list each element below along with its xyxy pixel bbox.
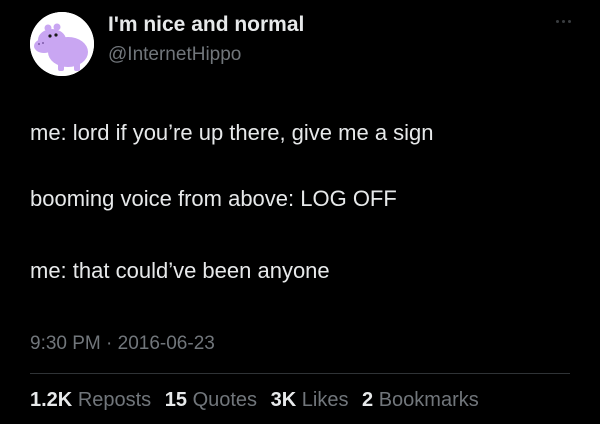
author-handle[interactable]: @InternetHippo — [108, 44, 241, 66]
bookmarks-label: Bookmarks — [378, 389, 479, 411]
reposts-stat[interactable]: 1.2K Reposts — [30, 389, 151, 412]
tweet-text-line: me: lord if you’re up there, give me a s… — [30, 120, 434, 145]
tweet-text-line: booming voice from above: LOG OFF — [30, 186, 397, 211]
divider — [30, 373, 570, 374]
likes-label: Likes — [301, 389, 349, 411]
quotes-label: Quotes — [192, 389, 258, 411]
reposts-count: 1.2K — [30, 389, 73, 411]
likes-count: 3K — [270, 389, 297, 411]
engagement-stats: 1.2K Reposts 15 Quotes 3K Likes 2 Bookma… — [30, 389, 479, 412]
reposts-label: Reposts — [77, 389, 152, 411]
tweet-text-line: me: that could’ve been anyone — [30, 258, 330, 283]
quotes-stat[interactable]: 15 Quotes — [165, 389, 257, 412]
bookmarks-stat[interactable]: 2 Bookmarks — [362, 389, 479, 412]
author-display-name[interactable]: I'm nice and normal — [108, 13, 304, 37]
more-options-icon[interactable] — [548, 6, 578, 36]
hippo-avatar-icon[interactable] — [30, 12, 94, 76]
bookmarks-count: 2 — [362, 389, 374, 411]
quotes-count: 15 — [164, 389, 187, 411]
tweet-timestamp[interactable]: 9:30 PM · 2016-06-23 — [30, 333, 215, 355]
likes-stat[interactable]: 3K Likes — [271, 389, 349, 412]
tweet: I'm nice and normal @InternetHippo me: l… — [0, 0, 600, 424]
